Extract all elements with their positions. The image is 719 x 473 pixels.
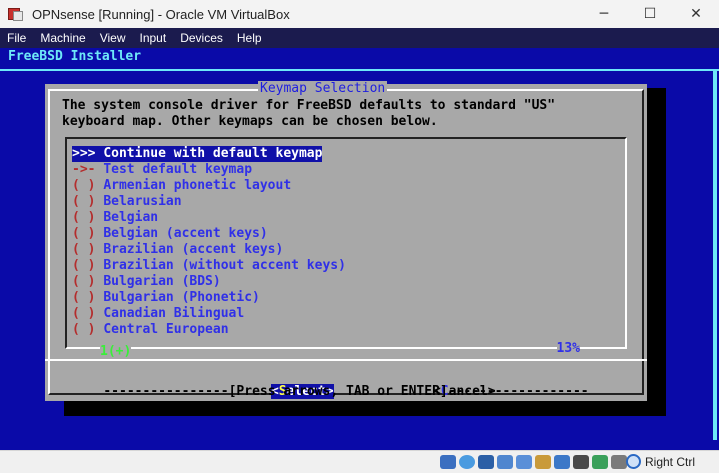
item-label: Belgian bbox=[103, 210, 159, 225]
host-key-label: Right Ctrl bbox=[644, 455, 695, 469]
item-marker: ( ) bbox=[72, 306, 96, 321]
network-icon[interactable] bbox=[497, 455, 513, 469]
item-marker: ( ) bbox=[72, 210, 96, 225]
item-label: Belarusian bbox=[103, 194, 182, 209]
button-separator bbox=[45, 359, 647, 361]
recording-icon[interactable] bbox=[573, 455, 589, 469]
menu-input[interactable]: Input bbox=[132, 31, 173, 45]
help-bar: ----------------[Press arrows, TAB or EN… bbox=[103, 384, 589, 399]
list-item[interactable]: ( ) Brazilian (accent keys) bbox=[72, 242, 283, 258]
item-marker: ( ) bbox=[72, 226, 96, 241]
window-controls: ─ ☐ ✕ bbox=[581, 0, 719, 28]
audio-icon[interactable] bbox=[478, 455, 494, 469]
window-title: OPNsense [Running] - Oracle VM VirtualBo… bbox=[32, 6, 290, 22]
dialog-intro-line-1: The system console driver for FreeBSD de… bbox=[62, 98, 556, 113]
shared-folder-icon[interactable] bbox=[535, 455, 551, 469]
close-button[interactable]: ✕ bbox=[673, 0, 719, 28]
item-label: Central European bbox=[103, 322, 229, 337]
optical-drive-icon[interactable] bbox=[459, 455, 475, 469]
hard-disk-icon[interactable] bbox=[440, 455, 456, 469]
keymap-list: >>> Continue with default keymap ->- Tes… bbox=[65, 137, 627, 360]
display-icon[interactable] bbox=[554, 455, 570, 469]
vm-console[interactable]: FreeBSD Installer Keymap Selection The s… bbox=[0, 48, 719, 450]
list-item[interactable]: ( ) Bulgarian (BDS) bbox=[72, 274, 221, 290]
list-item[interactable]: ( ) Belgian bbox=[72, 210, 158, 226]
item-marker: ( ) bbox=[72, 322, 96, 337]
list-item[interactable]: ( ) Belarusian bbox=[72, 194, 182, 210]
item-label: Armenian phonetic layout bbox=[103, 178, 292, 193]
menubar: File Machine View Input Devices Help bbox=[0, 28, 719, 48]
item-label: Brazilian (accent keys) bbox=[103, 242, 284, 257]
item-label: Brazilian (without accent keys) bbox=[103, 258, 346, 273]
host-key-icon bbox=[626, 454, 641, 469]
item-marker: ( ) bbox=[72, 258, 96, 273]
item-marker: ( ) bbox=[72, 290, 96, 305]
console-edge bbox=[713, 70, 717, 440]
item-marker: ( ) bbox=[72, 274, 96, 289]
dialog-title: Keymap Selection bbox=[258, 81, 388, 97]
list-item[interactable]: ( ) Bulgarian (Phonetic) bbox=[72, 290, 260, 306]
installer-title: FreeBSD Installer bbox=[8, 49, 142, 64]
item-label: Belgian (accent keys) bbox=[103, 226, 268, 241]
dialog-intro-line-2: keyboard map. Other keymaps can be chose… bbox=[62, 114, 438, 129]
list-item[interactable]: ( ) Canadian Bilingual bbox=[72, 306, 244, 322]
list-item[interactable]: ( ) Belgian (accent keys) bbox=[72, 226, 268, 242]
list-item[interactable]: ( ) Central European bbox=[72, 322, 229, 338]
list-item[interactable]: ( ) Armenian phonetic layout bbox=[72, 178, 291, 194]
window-titlebar: OPNsense [Running] - Oracle VM VirtualBo… bbox=[0, 0, 719, 28]
item-marker: ->- bbox=[72, 162, 96, 177]
list-item-selected[interactable]: >>> Continue with default keymap bbox=[72, 146, 323, 162]
mouse-integration-icon[interactable] bbox=[611, 455, 627, 469]
list-item[interactable]: ->- Test default keymap bbox=[72, 162, 252, 178]
menu-file[interactable]: File bbox=[0, 31, 32, 45]
cpu-icon[interactable] bbox=[592, 455, 608, 469]
item-label: Canadian Bilingual bbox=[103, 306, 245, 321]
scroll-percent: 13% bbox=[556, 341, 580, 357]
device-icons bbox=[440, 455, 627, 469]
item-label: Bulgarian (Phonetic) bbox=[103, 290, 260, 305]
item-marker: >>> bbox=[72, 146, 96, 162]
menu-help[interactable]: Help bbox=[229, 31, 268, 45]
item-label: Continue with default keymap bbox=[103, 146, 323, 162]
item-marker: ( ) bbox=[72, 242, 96, 257]
keymap-dialog: Keymap Selection The system console driv… bbox=[45, 81, 647, 401]
item-label: Bulgarian (BDS) bbox=[103, 274, 221, 289]
menu-view[interactable]: View bbox=[92, 31, 132, 45]
scroll-indicator: 1(+) bbox=[100, 344, 132, 360]
menu-machine[interactable]: Machine bbox=[32, 31, 91, 45]
statusbar: Right Ctrl bbox=[0, 450, 719, 473]
item-marker: ( ) bbox=[72, 194, 96, 209]
installer-title-rule bbox=[0, 69, 719, 71]
menu-devices[interactable]: Devices bbox=[172, 31, 229, 45]
maximize-button[interactable]: ☐ bbox=[627, 0, 673, 28]
item-marker: ( ) bbox=[72, 178, 96, 193]
usb-icon[interactable] bbox=[516, 455, 532, 469]
list-item[interactable]: ( ) Brazilian (without accent keys) bbox=[72, 258, 346, 274]
item-label: Test default keymap bbox=[103, 162, 253, 177]
virtualbox-app-icon bbox=[8, 6, 24, 22]
minimize-button[interactable]: ─ bbox=[581, 0, 627, 28]
